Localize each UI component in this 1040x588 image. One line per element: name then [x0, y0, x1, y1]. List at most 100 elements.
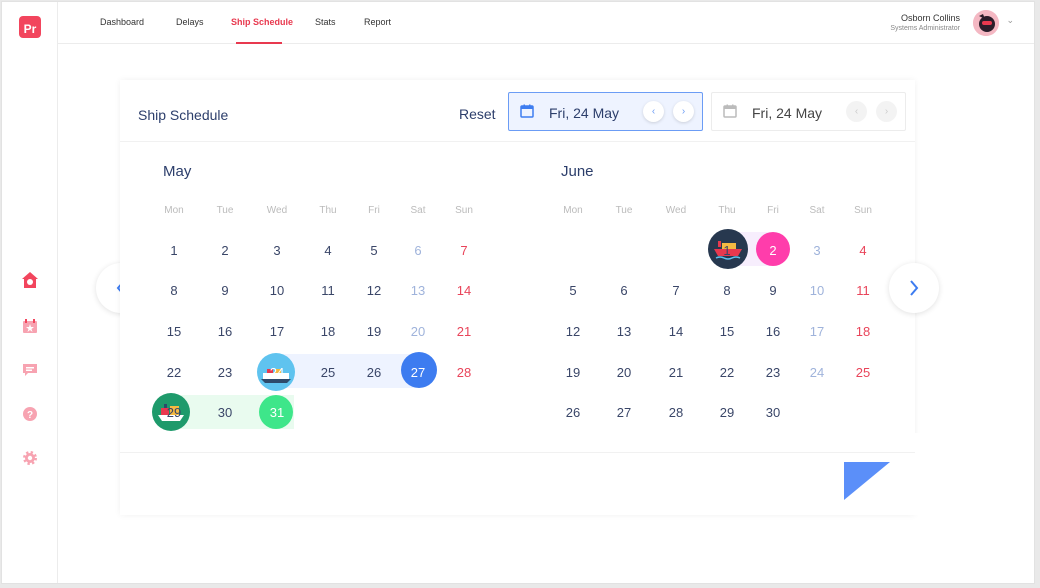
calendar-day[interactable]: 23 [753, 352, 793, 392]
user-name: Osborn Collins [900, 13, 960, 23]
weekday-label: Thu [718, 205, 736, 216]
calendar-day[interactable]: 27 [604, 393, 644, 433]
calendar-day[interactable]: 14 [656, 311, 696, 351]
weekday-label: Wed [665, 205, 687, 216]
user-menu-chevron-icon[interactable]: ⌄ [1006, 15, 1014, 26]
weekday-label: Mon [164, 205, 184, 216]
calendar-day[interactable]: 15 [154, 311, 194, 351]
calendar-day[interactable]: 9 [753, 271, 793, 311]
calendar-day[interactable]: 6 [398, 230, 438, 270]
calendar-day[interactable]: 2 [753, 230, 793, 270]
end-prev-day-button[interactable]: ‹ [846, 101, 867, 122]
calendar-day[interactable]: 26 [553, 393, 593, 433]
calendar-day[interactable]: 17 [257, 311, 297, 351]
end-date-text: Fri, 24 May [752, 105, 823, 121]
end-next-day-button[interactable]: › [876, 101, 897, 122]
weekday-label: Tue [216, 205, 234, 216]
overlay-panel [915, 433, 955, 515]
home-icon[interactable] [20, 270, 40, 290]
calendar-day[interactable]: 8 [154, 271, 194, 311]
nav-ship-schedule[interactable]: Ship Schedule [231, 17, 293, 27]
calendar-icon [723, 104, 737, 118]
calendar-day[interactable]: 6 [604, 271, 644, 311]
calendar-icon [520, 104, 534, 118]
start-date-picker[interactable]: Fri, 24 May ‹ › [508, 92, 703, 131]
calendar-day[interactable]: 4 [308, 230, 348, 270]
svg-text:?: ? [27, 410, 33, 421]
calendar-day[interactable]: 19 [553, 352, 593, 392]
calendar-day[interactable]: 1 [154, 230, 194, 270]
calendar-day[interactable]: 30 [753, 393, 793, 433]
calendar-day[interactable]: 19 [354, 311, 394, 351]
avatar[interactable] [973, 10, 999, 36]
app-logo[interactable]: Pr [19, 16, 41, 38]
calendar-day[interactable]: 9 [205, 271, 245, 311]
calendar-day[interactable]: 21 [656, 352, 696, 392]
calendar-day[interactable]: 26 [354, 352, 394, 392]
calendar-day[interactable]: 24 [797, 352, 837, 392]
calendar-day[interactable]: 3 [797, 230, 837, 270]
calendar-day[interactable]: 1 [707, 230, 747, 270]
calendar-star-icon[interactable] [20, 316, 40, 336]
calendar-day[interactable]: 16 [753, 311, 793, 351]
start-date-text: Fri, 24 May [549, 105, 620, 121]
calendar-day[interactable]: 31 [257, 393, 297, 433]
calendar-day[interactable]: 27 [398, 352, 438, 392]
gear-icon[interactable] [20, 448, 40, 468]
calendar-day[interactable]: 5 [553, 271, 593, 311]
nav-delays[interactable]: Delays [176, 17, 204, 27]
calendar-day[interactable]: 29 [154, 393, 194, 433]
calendar-day[interactable]: 29 [707, 393, 747, 433]
end-date-picker[interactable]: Fri, 24 May ‹ › [711, 92, 906, 131]
calendar-day[interactable]: 11 [843, 271, 883, 311]
user-role: Systems Administrator [890, 25, 960, 32]
calendar-day[interactable]: 4 [843, 230, 883, 270]
calendar-day[interactable]: 23 [205, 352, 245, 392]
weekday-label: Mon [563, 205, 583, 216]
calendar-day[interactable]: 5 [354, 230, 394, 270]
calendar-day[interactable]: 10 [257, 271, 297, 311]
nav-dashboard[interactable]: Dashboard [100, 17, 144, 27]
help-icon[interactable]: ? [20, 404, 40, 424]
calendar-day[interactable]: 24 [257, 352, 297, 392]
month-title-june: June [561, 163, 594, 180]
calendar-day[interactable]: 18 [308, 311, 348, 351]
next-month-button[interactable] [889, 263, 939, 313]
sidebar: Pr ? [2, 2, 58, 583]
nav-stats[interactable]: Stats [315, 17, 336, 27]
calendar-day[interactable]: 11 [308, 271, 348, 311]
start-prev-day-button[interactable]: ‹ [643, 101, 664, 122]
calendar-day[interactable]: 10 [797, 271, 837, 311]
nav-report[interactable]: Report [364, 17, 391, 27]
reset-button[interactable]: Reset [459, 106, 496, 122]
calendar-day[interactable]: 25 [843, 352, 883, 392]
calendar-day[interactable]: 12 [354, 271, 394, 311]
calendar-day[interactable]: 17 [797, 311, 837, 351]
calendar-day[interactable]: 12 [553, 311, 593, 351]
calendar-day[interactable]: 7 [656, 271, 696, 311]
footer-action-button[interactable] [844, 462, 890, 500]
calendar-day[interactable]: 25 [308, 352, 348, 392]
calendar-day[interactable]: 22 [707, 352, 747, 392]
calendar-day[interactable]: 22 [154, 352, 194, 392]
weekday-label: Sat [410, 205, 426, 216]
calendar-day[interactable]: 13 [398, 271, 438, 311]
chat-icon[interactable] [20, 360, 40, 380]
calendar-day[interactable]: 16 [205, 311, 245, 351]
calendar-day[interactable]: 28 [444, 352, 484, 392]
calendar-day[interactable]: 2 [205, 230, 245, 270]
calendar-day[interactable]: 8 [707, 271, 747, 311]
calendar-day[interactable]: 3 [257, 230, 297, 270]
calendar-day[interactable]: 14 [444, 271, 484, 311]
calendar-day[interactable]: 20 [604, 352, 644, 392]
calendar-day[interactable]: 28 [656, 393, 696, 433]
calendar-day[interactable]: 20 [398, 311, 438, 351]
app-window: Pr ? Dashboard Delays Ship Schedule Stat… [1, 1, 1035, 584]
calendar-day[interactable]: 21 [444, 311, 484, 351]
start-next-day-button[interactable]: › [673, 101, 694, 122]
calendar-day[interactable]: 13 [604, 311, 644, 351]
calendar-day[interactable]: 18 [843, 311, 883, 351]
calendar-day[interactable]: 15 [707, 311, 747, 351]
calendar-day[interactable]: 30 [205, 393, 245, 433]
calendar-day[interactable]: 7 [444, 230, 484, 270]
